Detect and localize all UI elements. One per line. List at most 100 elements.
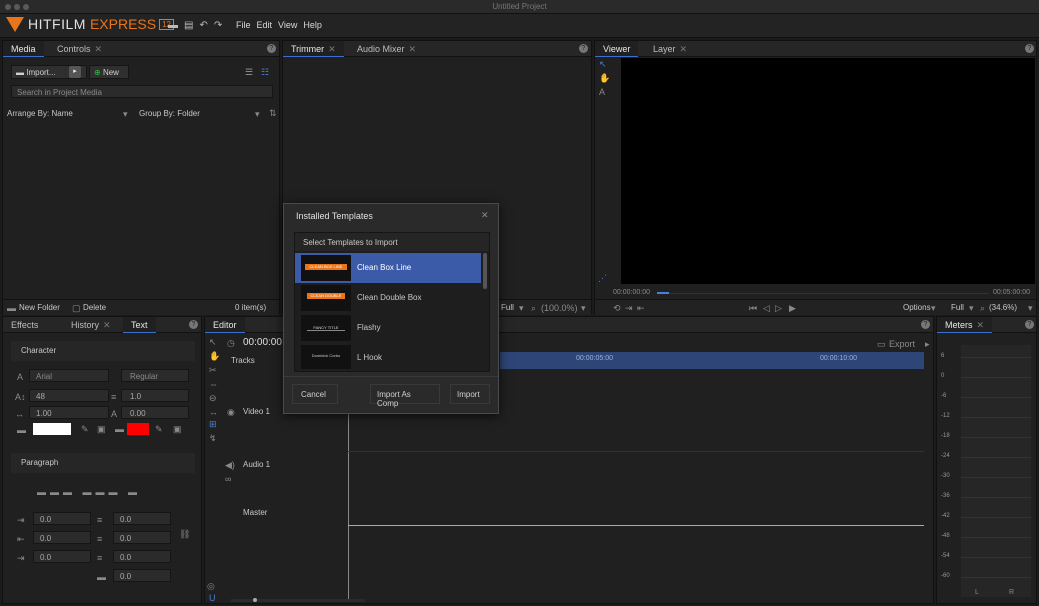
track-audio-1[interactable]: Audio 1 — [243, 460, 270, 469]
export-button[interactable]: Export — [889, 339, 915, 349]
snap-icon[interactable]: ⋰ — [598, 273, 607, 284]
redo-icon[interactable]: ↷ — [214, 20, 222, 31]
tab-audio-mixer[interactable]: Audio Mixer ✕ — [349, 41, 424, 57]
stroke-color-swatch[interactable] — [127, 423, 149, 435]
menu-view[interactable]: View — [278, 20, 297, 30]
razor-tool-icon[interactable]: ✂ — [209, 365, 217, 376]
menu-edit[interactable]: Edit — [257, 20, 273, 30]
dialog-import-button[interactable]: Import — [450, 384, 490, 404]
align-buttons[interactable]: ▬▬▬ ▬▬▬ ▬ — [37, 487, 141, 497]
in-point-icon[interactable]: ⇥ — [625, 303, 633, 314]
undo-icon[interactable]: ↶ — [199, 20, 207, 31]
loop-icon[interactable]: ⟲ — [613, 303, 621, 314]
tab-history[interactable]: History ✕ — [63, 317, 119, 333]
line-space-field[interactable]: 0.0 — [113, 550, 171, 563]
link-icon[interactable]: ⛓ — [179, 529, 190, 540]
fill-color-swatch[interactable] — [33, 423, 71, 435]
open-project-icon[interactable]: ▬ — [168, 20, 178, 31]
settings-icon[interactable]: ◎ — [207, 581, 215, 592]
trimmer-zoom-full[interactable]: Full — [501, 303, 514, 312]
zoom-slider-handle[interactable] — [253, 598, 257, 602]
tab-controls[interactable]: Controls ✕ — [49, 41, 110, 57]
group-by-select[interactable]: Group By: Folder — [139, 109, 200, 118]
chevron-down-icon[interactable]: ▾ — [931, 303, 936, 314]
snap-tool-icon[interactable]: ⊞ — [209, 419, 217, 430]
import-dropdown-icon[interactable]: ▸ — [69, 66, 81, 78]
track-video-1[interactable]: Video 1 — [243, 407, 270, 416]
detail-view-icon[interactable]: ☷ — [261, 67, 269, 78]
tab-media[interactable]: Media — [3, 41, 44, 57]
viewer-zoom-full[interactable]: Full — [951, 303, 964, 312]
indent-right-field[interactable]: 0.0 — [33, 531, 91, 544]
menu-file[interactable]: File — [236, 20, 251, 30]
chevron-right-icon[interactable]: ▸ — [925, 339, 930, 350]
stroke-toggle-icon[interactable]: ▣ — [173, 424, 182, 435]
menu-help[interactable]: Help — [303, 20, 322, 30]
fill-toggle-icon[interactable]: ▣ — [97, 424, 106, 435]
hand-tool-icon[interactable]: ✋ — [209, 351, 220, 362]
delete-button[interactable]: Delete — [83, 303, 106, 312]
editor-timecode[interactable]: 00:00:00 — [243, 337, 282, 348]
visibility-eye-icon[interactable]: ◉ — [227, 407, 235, 418]
arrange-by-select[interactable]: Arrange By: Name — [7, 109, 73, 118]
font-style-select[interactable]: Regular — [121, 369, 189, 382]
space-after-field[interactable]: 0.0 — [113, 531, 171, 544]
magnet-icon[interactable]: U — [209, 593, 216, 603]
chevron-down-icon[interactable]: ▾ — [581, 303, 586, 314]
help-icon[interactable]: ? — [1025, 320, 1034, 329]
list-view-icon[interactable]: ☰ — [245, 67, 253, 78]
tab-layer[interactable]: Layer ✕ — [645, 41, 695, 57]
playhead-marker[interactable] — [657, 292, 669, 294]
scale-field[interactable]: 1.00 — [29, 406, 109, 419]
chevron-down-icon[interactable]: ▾ — [519, 303, 524, 314]
timeline-ruler[interactable]: 00:00:05:00 00:00:10:00 — [500, 352, 924, 369]
timeline-zoom-slider[interactable] — [231, 598, 365, 602]
help-icon[interactable]: ? — [189, 320, 198, 329]
step-forward-icon[interactable]: ▷ — [775, 303, 782, 314]
template-item[interactable]: CLEAN DOUBLE BOX Clean Double Box — [295, 283, 481, 313]
indent-left-field[interactable]: 0.0 — [33, 512, 91, 525]
close-tab-icon[interactable]: ✕ — [977, 320, 985, 330]
close-tab-icon[interactable]: ✕ — [95, 44, 103, 54]
master-level-line[interactable] — [348, 525, 924, 526]
viewer-scrub-bar[interactable] — [669, 293, 989, 294]
roll-tool-icon[interactable]: ↔ — [209, 407, 218, 417]
space-before-field[interactable]: 0.0 — [113, 512, 171, 525]
hand-tool-icon[interactable]: ✋ — [599, 73, 610, 84]
select-tool-icon[interactable]: ↖ — [599, 59, 607, 70]
eyedropper-icon[interactable]: ✎ — [81, 424, 89, 435]
viewer-options[interactable]: Options — [903, 303, 931, 312]
leading-field[interactable]: 1.0 — [121, 389, 189, 402]
first-line-indent-field[interactable]: 0.0 — [33, 550, 91, 563]
help-icon[interactable]: ? — [267, 44, 276, 53]
font-name-select[interactable]: Arial — [29, 369, 109, 382]
step-back-icon[interactable]: ◁ — [763, 303, 770, 314]
new-button[interactable]: ⊕ New — [89, 65, 129, 79]
new-folder-button[interactable]: New Folder — [19, 303, 60, 312]
track-master[interactable]: Master — [243, 508, 267, 517]
close-tab-icon[interactable]: ✕ — [409, 44, 417, 54]
ripple-tool-icon[interactable]: ⊖ — [209, 393, 217, 404]
close-tab-icon[interactable]: ✕ — [103, 320, 111, 330]
template-list-scrollbar[interactable] — [483, 253, 487, 289]
close-tab-icon[interactable]: ✕ — [328, 44, 336, 54]
help-icon[interactable]: ? — [1025, 44, 1034, 53]
template-item[interactable]: CLEAN BOX LINE Clean Box Line — [295, 253, 481, 283]
eyedropper-icon[interactable]: ✎ — [155, 424, 163, 435]
tab-trimmer[interactable]: Trimmer ✕ — [283, 41, 344, 57]
slip-tool-icon[interactable]: ⇔ — [209, 379, 218, 389]
dialog-close-icon[interactable]: ✕ — [481, 210, 489, 221]
help-icon[interactable]: ? — [579, 44, 588, 53]
select-tool-icon[interactable]: ↖ — [209, 337, 217, 348]
template-item[interactable]: Dominick Corbo L Hook — [295, 343, 481, 371]
audio-link-icon[interactable]: ∞ — [225, 474, 231, 484]
skip-start-icon[interactable]: ⏮ — [749, 303, 757, 314]
template-item[interactable]: FANCY TITLE Flashy — [295, 313, 481, 343]
arrange-chevron-icon[interactable]: ▾ — [123, 109, 128, 120]
sort-icon[interactable]: ⇅ — [269, 108, 277, 119]
chevron-down-icon[interactable]: ▾ — [969, 303, 974, 314]
font-size-field[interactable]: 48 — [29, 389, 109, 402]
text-tool-icon[interactable]: A — [599, 87, 605, 97]
out-point-icon[interactable]: ⇤ — [637, 303, 645, 314]
tab-meters[interactable]: Meters ✕ — [937, 317, 993, 333]
